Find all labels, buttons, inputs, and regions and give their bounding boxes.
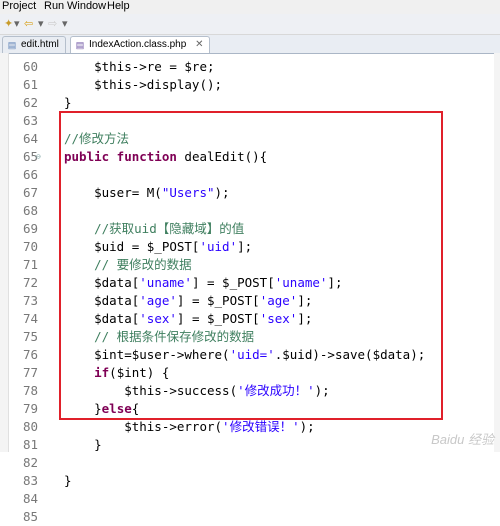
editor-tabs: ▤ edit.html ▤ IndexAction.class.php ✕: [0, 35, 500, 54]
line-number: 84: [22, 491, 38, 506]
line-number: 63: [22, 113, 38, 128]
line-number: 67: [22, 185, 38, 200]
pin-icon[interactable]: ✦: [4, 17, 13, 31]
line-number: 82: [22, 455, 38, 470]
line-number: 62: [22, 95, 38, 110]
line-number: 70: [22, 239, 38, 254]
line-number: 78: [22, 383, 38, 398]
dropdown-icon[interactable]: ▾: [14, 17, 20, 31]
code-line: 85: [0, 508, 494, 526]
watermark: Baidu 经验: [431, 432, 494, 447]
fold-toggle-icon[interactable]: ⊖: [36, 148, 41, 166]
line-number: 80: [22, 419, 38, 434]
forward-dropdown-icon[interactable]: ▾: [62, 17, 68, 31]
line-number: 72: [22, 275, 38, 290]
tab-edit-html[interactable]: ▤ edit.html: [2, 36, 66, 53]
code-line: 61 $this->display();: [0, 76, 494, 94]
line-number: 77: [22, 365, 38, 380]
line-number: 69: [22, 221, 38, 236]
line-number: 75: [22, 329, 38, 344]
html-file-icon: ▤: [7, 40, 17, 50]
code-line: 81 }: [0, 436, 494, 454]
menu-bar: Project Run Window Help: [0, 0, 500, 14]
toolbar: ✦ ▾ ⇦ ▾ ⇨ ▾: [0, 14, 500, 35]
code-line: 82: [0, 454, 494, 472]
code-text: }: [64, 95, 72, 110]
code-text: $this->error('修改错误！');: [64, 419, 315, 434]
menu-help[interactable]: Help: [107, 0, 130, 12]
menu-window[interactable]: Window: [67, 0, 106, 12]
code-text: }: [64, 473, 72, 488]
overview-ruler: [494, 53, 500, 452]
line-number: 74: [22, 311, 38, 326]
code-line: 60 $this->re = $re;: [0, 58, 494, 76]
tab-indexaction-php[interactable]: ▤ IndexAction.class.php ✕: [70, 36, 211, 53]
close-icon[interactable]: ✕: [195, 39, 203, 50]
back-arrow-icon[interactable]: ⇦: [24, 17, 33, 31]
line-number: 65: [22, 149, 38, 164]
highlight-box: [59, 111, 443, 420]
line-number: 60: [22, 59, 38, 74]
code-text: }: [64, 437, 102, 452]
line-number: 61: [22, 77, 38, 92]
tab-label: edit.html: [21, 39, 59, 50]
line-number: 81: [22, 437, 38, 452]
forward-arrow-icon[interactable]: ⇨: [48, 17, 57, 31]
code-line: 83}: [0, 472, 494, 490]
code-line: 84: [0, 490, 494, 508]
code-text: $this->display();: [64, 77, 223, 92]
back-dropdown-icon[interactable]: ▾: [38, 17, 44, 31]
line-number: 73: [22, 293, 38, 308]
menu-project[interactable]: Project: [2, 0, 36, 12]
line-number: 76: [22, 347, 38, 362]
code-line: 80 $this->error('修改错误！');: [0, 418, 494, 436]
menu-run[interactable]: Run: [44, 0, 64, 12]
line-number: 68: [22, 203, 38, 218]
line-number: 71: [22, 257, 38, 272]
php-file-icon: ▤: [75, 40, 85, 50]
code-line: 62}: [0, 94, 494, 112]
code-text: $this->re = $re;: [64, 59, 215, 74]
line-number: 64: [22, 131, 38, 146]
tab-label: IndexAction.class.php: [89, 39, 187, 50]
line-number: 85: [22, 509, 38, 524]
line-number: 83: [22, 473, 38, 488]
line-number: 79: [22, 401, 38, 416]
line-number: 66: [22, 167, 38, 182]
